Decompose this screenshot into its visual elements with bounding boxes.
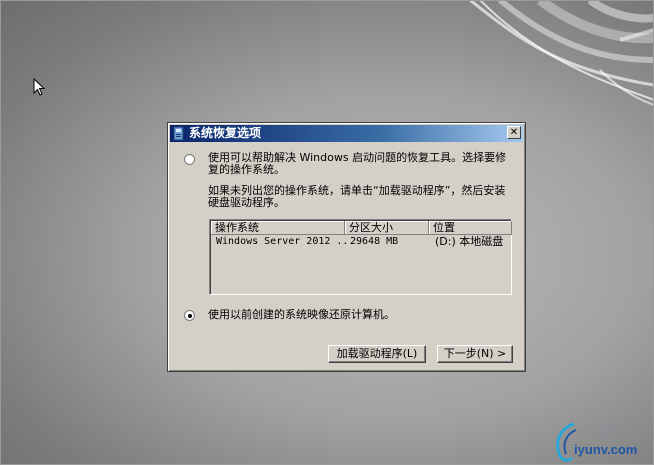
os-list-table[interactable]: 操作系统 分区大小 位置 Windows Server 2012 ... 296… (209, 219, 512, 295)
next-button[interactable]: 下一步(N) > (437, 345, 513, 363)
option-repair-radio[interactable] (184, 154, 195, 165)
cell-partition-size: 29648 MB (350, 236, 399, 247)
close-icon: ✕ (509, 127, 519, 138)
option-repair-label[interactable]: 使用可以帮助解决 Windows 启动问题的恢复工具。选择要修复的操作系统。 (208, 152, 513, 176)
load-driver-hint: 如果未列出您的操作系统，请单击“加载驱动程序”，然后安装硬盘驱动程序。 (208, 184, 506, 209)
table-row[interactable]: Windows Server 2012 ... 29648 MB (D:) 本地… (211, 235, 510, 249)
column-header-location[interactable]: 位置 (429, 221, 512, 235)
dialog-title: 系统恢复选项 (189, 126, 262, 140)
option-restore-image-label[interactable]: 使用以前创建的系统映像还原计算机。 (208, 309, 508, 321)
recovery-app-icon (173, 126, 184, 141)
desktop-background: 系统恢复选项 ✕ 使用可以帮助解决 Windows 启动问题的恢复工具。选择要修… (0, 0, 654, 465)
load-driver-button[interactable]: 加载驱动程序(L) (328, 345, 426, 363)
cell-os-name: Windows Server 2012 ... (216, 236, 355, 247)
close-button[interactable]: ✕ (507, 126, 521, 139)
column-header-partition-size[interactable]: 分区大小 (345, 221, 429, 235)
system-recovery-dialog: 系统恢复选项 ✕ 使用可以帮助解决 Windows 启动问题的恢复工具。选择要修… (167, 122, 526, 372)
table-header: 操作系统 分区大小 位置 (211, 221, 512, 235)
watermark-url-text: iyunv.com (574, 442, 638, 457)
arrow-cursor-icon (33, 78, 46, 96)
cell-location: (D:) 本地磁盘 (435, 235, 504, 248)
site-watermark: 运维网 iyunv.com (552, 418, 652, 462)
dialog-titlebar[interactable]: 系统恢复选项 ✕ (170, 125, 523, 142)
column-header-os[interactable]: 操作系统 (211, 221, 345, 235)
watermark-cn-text: 运维网 (580, 425, 622, 441)
option-restore-image-radio[interactable] (184, 310, 195, 321)
